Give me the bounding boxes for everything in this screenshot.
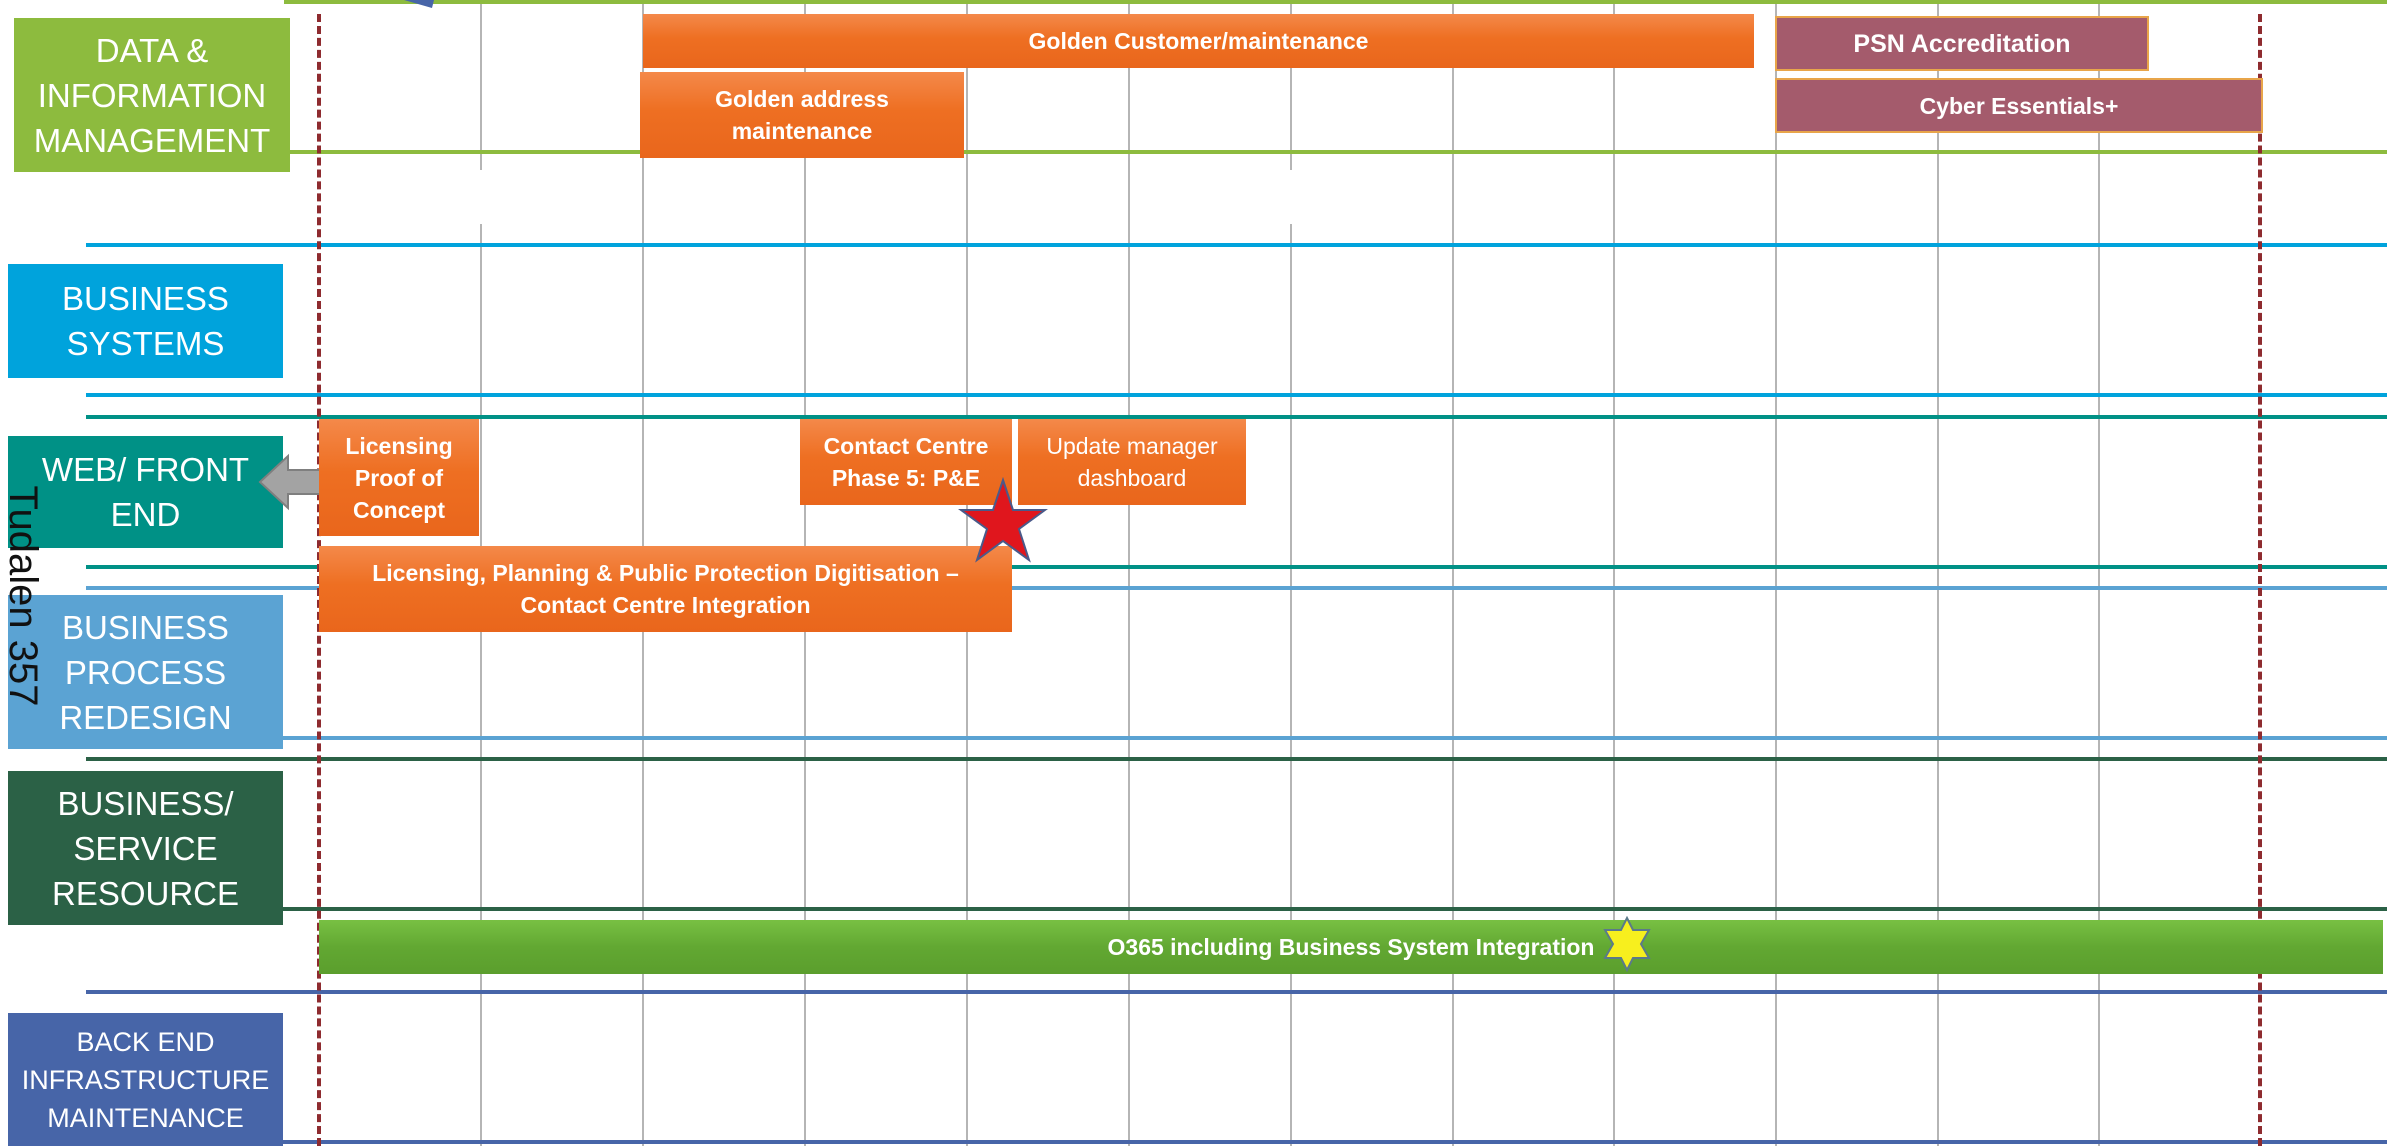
lane-line-backend-top <box>86 990 2387 994</box>
grid-line <box>1937 0 1939 1146</box>
roadmap-canvas: { "lanes": { "data_info": "DATA &\nINFOR… <box>0 0 2387 1146</box>
period-boundary-right <box>2258 14 2262 1146</box>
grid-gap <box>1284 170 1298 224</box>
grid-gap <box>474 170 488 224</box>
lane-line-data-top <box>284 0 2387 4</box>
lane-line-service-bottom <box>86 907 2387 911</box>
lane-line-systems-top <box>86 243 2387 247</box>
lane-label-back-end: BACK END INFRASTRUCTURE MAINTENANCE <box>8 1013 283 1146</box>
lane-label-business-systems: BUSINESS SYSTEMS <box>8 264 283 378</box>
lane-line-process-bottom <box>86 736 2387 740</box>
grid-line <box>1128 0 1130 1146</box>
project-psn-accreditation: PSN Accreditation <box>1775 16 2149 71</box>
lane-line-data-bottom <box>280 150 2387 154</box>
lane-line-backend-bottom <box>86 1140 2387 1144</box>
page-number-label: Tudalen 357 <box>1 485 45 707</box>
lane-label-business-process: BUSINESS PROCESS REDESIGN <box>8 595 283 749</box>
grid-line <box>1452 0 1454 1146</box>
grid-line <box>1613 0 1615 1146</box>
lane-line-systems-bottom <box>86 393 2387 397</box>
lane-line-service-top <box>86 757 2387 761</box>
arrow-tip-icon <box>404 0 434 8</box>
lane-label-business-service: BUSINESS/ SERVICE RESOURCE <box>8 771 283 925</box>
project-cyber-essentials: Cyber Essentials+ <box>1775 78 2263 133</box>
grid-line <box>1775 0 1777 1146</box>
project-licensing-poc: Licensing Proof of Concept <box>319 419 479 536</box>
lane-label-data-information: DATA & INFORMATION MANAGEMENT <box>14 18 290 172</box>
project-golden-address: Golden address maintenance <box>640 72 964 158</box>
grid-line <box>2098 0 2100 1146</box>
yellow-star-icon <box>1603 916 1651 972</box>
project-update-manager: Update manager dashboard <box>1018 419 1246 505</box>
left-arrow-icon <box>258 453 327 511</box>
project-licensing-digitisation: Licensing, Planning & Public Protection … <box>319 546 1012 632</box>
project-golden-customer: Golden Customer/maintenance <box>643 14 1754 68</box>
project-o365: O365 including Business System Integrati… <box>319 920 2383 974</box>
lane-label-web-front-end: WEB/ FRONT END <box>8 436 283 548</box>
red-star-icon <box>958 477 1048 563</box>
